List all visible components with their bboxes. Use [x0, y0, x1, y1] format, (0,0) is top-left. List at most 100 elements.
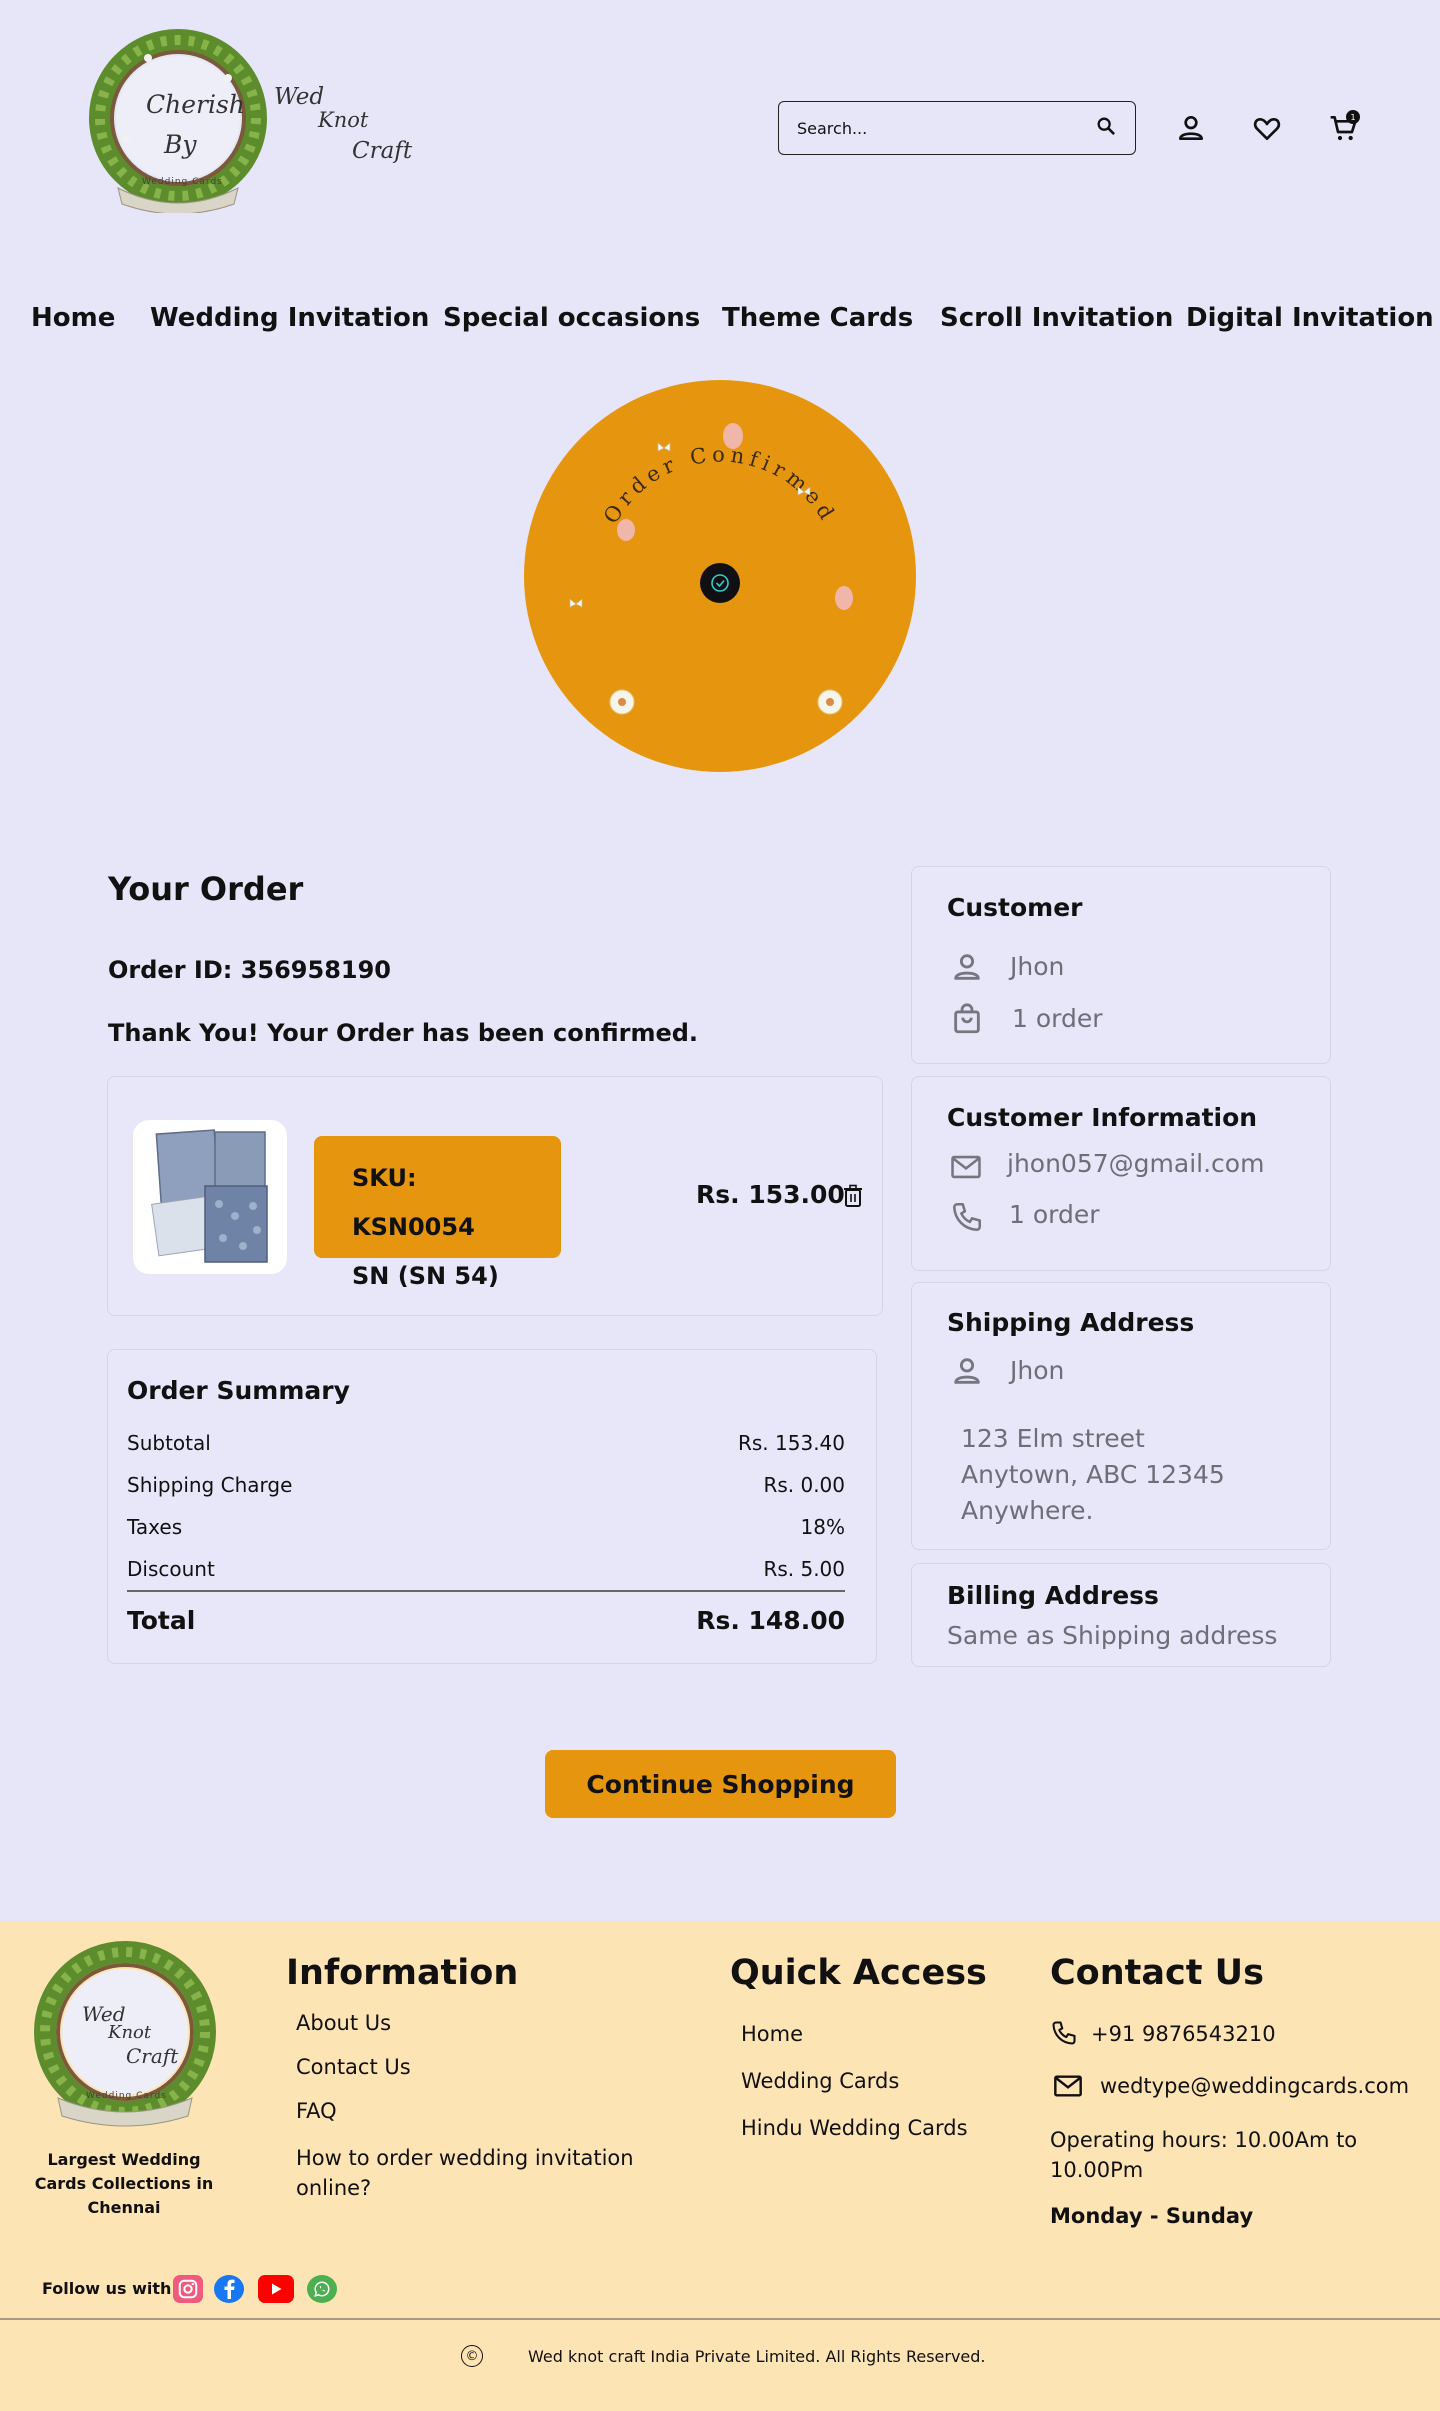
mail-icon: [948, 1150, 982, 1184]
product-sku: SKU: KSN0054: [352, 1164, 475, 1241]
customer-order-count: 1 order: [1012, 1004, 1103, 1033]
footer-information-heading: Information: [286, 1953, 519, 1993]
mail-icon: [1050, 2070, 1086, 2102]
customer-phone: 1 order: [1009, 1200, 1100, 1229]
footer-link-hindu-wedding-cards[interactable]: Hindu Wedding Cards: [741, 2116, 968, 2140]
footer-divider: [0, 2318, 1440, 2320]
footer-operating-days: Monday - Sunday: [1050, 2204, 1254, 2228]
summary-label: Subtotal: [127, 1431, 211, 1455]
footer-quick-access-heading: Quick Access: [730, 1953, 987, 1993]
summary-label: Discount: [127, 1557, 215, 1581]
logo-ribbon-text: Wedding Cards: [142, 177, 223, 187]
shipping-name: Jhon: [1010, 1356, 1065, 1385]
footer-link-contact-us[interactable]: Contact Us: [296, 2055, 411, 2079]
summary-row-shipping: Shipping Charge Rs. 0.00: [127, 1473, 845, 1497]
shipping-address-lines: 123 Elm street Anytown, ABC 12345 Anywhe…: [961, 1421, 1225, 1529]
footer-contact-heading: Contact Us: [1050, 1953, 1264, 1993]
whatsapp-icon[interactable]: [307, 2275, 337, 2303]
nav-item-digital-invitation[interactable]: Digital Invitation: [1186, 303, 1434, 333]
customer-information-title: Customer Information: [947, 1103, 1258, 1132]
footer-logo-line2: Knot: [108, 2022, 152, 2043]
svg-text:Order Confirmed: Order Confirmed: [599, 443, 841, 528]
footer-email[interactable]: wedtype@weddingcards.com: [1100, 2074, 1409, 2098]
your-order-heading: Your Order: [108, 870, 304, 908]
footer-tagline: Largest Wedding Cards Collections in Che…: [28, 2148, 220, 2220]
logo-text-line5: Craft: [352, 138, 413, 164]
billing-address-text: Same as Shipping address: [947, 1621, 1278, 1650]
search-input[interactable]: [797, 118, 1095, 138]
facebook-icon[interactable]: [214, 2275, 244, 2303]
shipping-address-title: Shipping Address: [947, 1308, 1195, 1337]
order-summary-title: Order Summary: [127, 1376, 350, 1405]
shipping-line2: Anytown, ABC 12345: [961, 1460, 1225, 1489]
account-icon[interactable]: [1173, 110, 1209, 146]
logo-text-line3: Wed: [274, 84, 325, 110]
how-to-order-line1: How to order wedding invitation: [296, 2146, 634, 2170]
billing-address-card: [911, 1563, 1331, 1667]
logo-text-line1: Cherish: [146, 90, 245, 119]
logo-text-line4: Knot: [318, 108, 369, 132]
main-nav: Home Wedding Invitation Special occasion…: [0, 303, 1440, 343]
follow-us-label: Follow us with: [42, 2279, 172, 2298]
heart-icon[interactable]: [1249, 110, 1285, 146]
summary-row-taxes: Taxes 18%: [127, 1515, 845, 1539]
billing-address-title: Billing Address: [947, 1581, 1159, 1610]
continue-shopping-button[interactable]: Continue Shopping: [545, 1750, 896, 1818]
summary-value: Rs. 0.00: [763, 1473, 845, 1497]
customer-email: jhon057@gmail.com: [1007, 1149, 1265, 1178]
nav-item-special-occasions[interactable]: Special occasions: [443, 303, 700, 333]
nav-item-scroll-invitation[interactable]: Scroll Invitation: [940, 303, 1173, 333]
order-id: Order ID: 356958190: [108, 956, 391, 984]
summary-total: Total Rs. 148.00: [127, 1606, 845, 1635]
footer-logo-line3: Craft: [126, 2044, 179, 2068]
search-bar[interactable]: [778, 101, 1136, 155]
nav-item-home[interactable]: Home: [31, 303, 115, 333]
footer-logo-ribbon: Wedding Cards: [86, 2091, 167, 2101]
footer-operating-hours: Operating hours: 10.00Am to 10.00Pm: [1050, 2125, 1357, 2185]
product-thumbnail[interactable]: [133, 1120, 287, 1274]
product-info-box: SKU: KSN0054 SN (SN 54): [314, 1136, 561, 1290]
shipping-line1: 123 Elm street: [961, 1424, 1145, 1453]
order-confirmed-badge: Order Confirmed: [524, 380, 916, 772]
summary-label: Taxes: [127, 1515, 183, 1539]
footer-tagline-line1: Largest Wedding: [47, 2150, 201, 2169]
footer-phone[interactable]: +91 9876543210: [1091, 2022, 1276, 2046]
summary-divider: [127, 1590, 845, 1592]
footer-link-how-to-order[interactable]: How to order wedding invitation online?: [296, 2143, 634, 2203]
summary-label: Shipping Charge: [127, 1473, 293, 1497]
footer-tagline-line2: Cards Collections in: [34, 2174, 214, 2193]
order-confirmed-text: Order Confirmed: [599, 443, 836, 528]
user-icon: [950, 950, 984, 984]
delete-icon[interactable]: [843, 1184, 865, 1210]
summary-value: Rs. 5.00: [763, 1557, 845, 1581]
copyright-text: Wed knot craft India Private Limited. Al…: [528, 2347, 986, 2366]
instagram-icon[interactable]: [173, 2275, 203, 2303]
product-name: SN (SN 54): [352, 1262, 499, 1290]
summary-value: Rs. 153.40: [737, 1431, 845, 1455]
customer-name: Jhon: [1010, 952, 1065, 981]
footer-link-about-us[interactable]: About Us: [296, 2011, 391, 2035]
shipping-line3: Anywhere.: [961, 1496, 1094, 1525]
footer-tagline-line3: Chennai: [87, 2198, 161, 2217]
youtube-icon[interactable]: [258, 2275, 294, 2303]
customer-title: Customer: [947, 893, 1083, 922]
search-icon[interactable]: [1095, 115, 1117, 141]
summary-value: 18%: [800, 1515, 845, 1539]
order-confirmation-message: Thank You! Your Order has been confirmed…: [108, 1019, 699, 1047]
footer-link-faq[interactable]: FAQ: [296, 2099, 337, 2123]
summary-row-discount: Discount Rs. 5.00: [127, 1557, 845, 1581]
phone-icon: [1050, 2019, 1080, 2049]
copyright-icon: ©: [461, 2345, 483, 2367]
user-icon: [950, 1354, 984, 1388]
footer-link-home[interactable]: Home: [741, 2022, 803, 2046]
shopping-bag-icon: [950, 1002, 984, 1036]
total-label: Total: [127, 1606, 196, 1635]
cart-count-badge: 1: [1346, 110, 1360, 124]
nav-item-theme-cards[interactable]: Theme Cards: [722, 303, 913, 333]
summary-row-subtotal: Subtotal Rs. 153.40: [127, 1431, 845, 1455]
footer-link-wedding-cards[interactable]: Wedding Cards: [741, 2069, 899, 2093]
order-confirmed-graphic: Order Confirmed: [569, 423, 853, 715]
operating-hours-line1: Operating hours: 10.00Am to: [1050, 2128, 1358, 2152]
nav-item-wedding-invitation[interactable]: Wedding Invitation: [150, 303, 429, 333]
total-value: Rs. 148.00: [696, 1606, 845, 1635]
